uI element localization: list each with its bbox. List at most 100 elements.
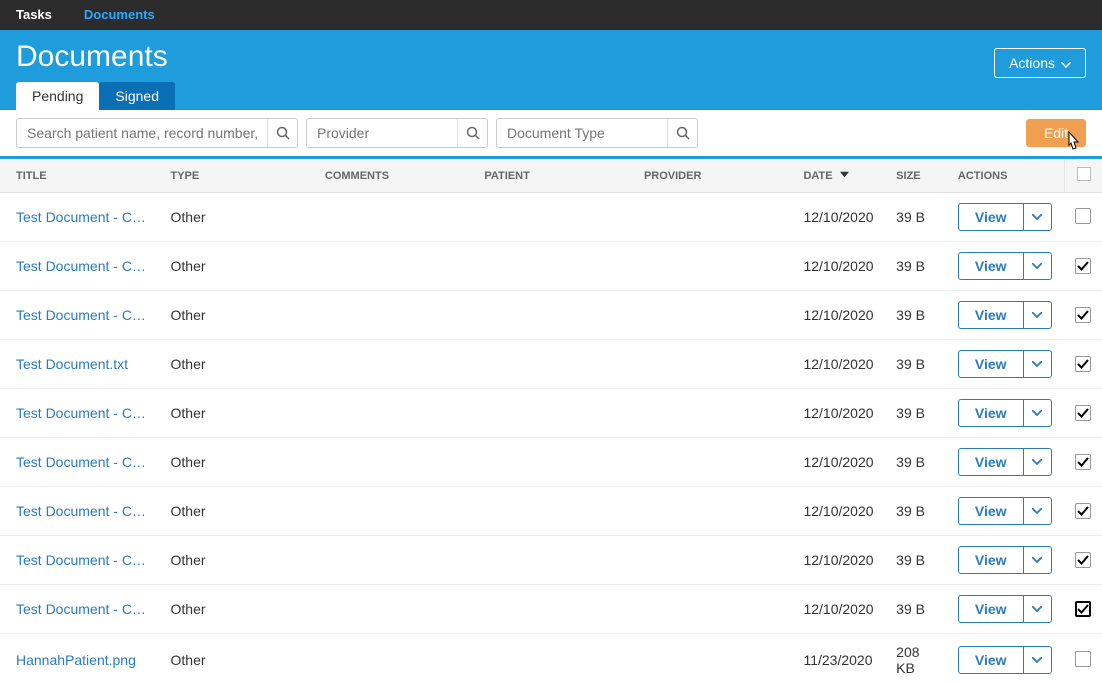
cell-type: Other [161,193,315,242]
view-button[interactable]: View [959,253,1023,279]
view-button[interactable]: View [959,596,1023,622]
view-split-button: View [958,646,1052,674]
cell-patient [474,242,634,291]
document-title-link[interactable]: Test Document - C… [16,405,146,421]
cell-date: 12/10/2020 [793,193,886,242]
view-dropdown-toggle[interactable] [1023,400,1051,426]
row-checkbox[interactable] [1075,454,1091,470]
cell-provider [634,389,794,438]
th-type[interactable]: TYPE [161,159,315,193]
view-dropdown-toggle[interactable] [1023,302,1051,328]
view-button[interactable]: View [959,302,1023,328]
cell-patient [474,438,634,487]
page-title: Documents [16,40,1086,74]
cell-patient [474,389,634,438]
edit-button[interactable]: Edit [1026,119,1086,147]
document-title-link[interactable]: HannahPatient.png [16,652,136,668]
view-dropdown-toggle[interactable] [1023,449,1051,475]
cell-type: Other [161,242,315,291]
document-title-link[interactable]: Test Document - C… [16,258,146,274]
provider-input[interactable] [307,119,457,147]
cell-size: 39 B [886,291,948,340]
document-title-link[interactable]: Test Document - C… [16,552,146,568]
cell-comments [315,585,475,634]
row-checkbox[interactable] [1075,651,1091,667]
documents-table: TITLE TYPE COMMENTS PATIENT PROVIDER DAT… [0,159,1102,685]
table-scroll[interactable]: TITLE TYPE COMMENTS PATIENT PROVIDER DAT… [0,159,1102,685]
view-button[interactable]: View [959,400,1023,426]
cell-patient [474,585,634,634]
row-checkbox[interactable] [1075,208,1091,224]
view-split-button: View [958,252,1052,280]
document-title-link[interactable]: Test Document - C… [16,503,146,519]
view-dropdown-toggle[interactable] [1023,498,1051,524]
cell-comments [315,242,475,291]
view-dropdown-toggle[interactable] [1023,647,1051,673]
view-button[interactable]: View [959,351,1023,377]
th-provider[interactable]: PROVIDER [634,159,794,193]
row-checkbox[interactable] [1075,503,1091,519]
document-title-link[interactable]: Test Document - C… [16,209,146,225]
document-title-link[interactable]: Test Document - C… [16,454,146,470]
search-icon[interactable] [667,119,697,147]
tab-tasks[interactable]: Tasks [0,0,68,30]
th-size[interactable]: SIZE [886,159,948,193]
th-title[interactable]: TITLE [0,159,161,193]
row-checkbox[interactable] [1075,307,1091,323]
cell-type: Other [161,340,315,389]
cell-comments [315,193,475,242]
view-dropdown-toggle[interactable] [1023,351,1051,377]
row-checkbox[interactable] [1075,552,1091,568]
table-row: Test Document - C…Other12/10/202039 BVie… [0,487,1102,536]
document-title-link[interactable]: Test Document - C… [16,601,146,617]
cell-date: 12/10/2020 [793,536,886,585]
view-button[interactable]: View [959,547,1023,573]
cell-patient [474,634,634,685]
table-row: Test Document - C…Other12/10/202039 BVie… [0,193,1102,242]
search-icon[interactable] [267,119,297,147]
view-dropdown-toggle[interactable] [1023,596,1051,622]
cell-date: 12/10/2020 [793,291,886,340]
th-select-all[interactable] [1065,159,1102,193]
subtab-pending[interactable]: Pending [16,82,99,110]
view-button[interactable]: View [959,498,1023,524]
view-button[interactable]: View [959,449,1023,475]
cell-size: 39 B [886,536,948,585]
view-split-button: View [958,546,1052,574]
cell-patient [474,291,634,340]
cell-provider [634,291,794,340]
view-split-button: View [958,497,1052,525]
view-dropdown-toggle[interactable] [1023,253,1051,279]
row-checkbox[interactable] [1075,356,1091,372]
subtab-signed[interactable]: Signed [99,82,175,110]
table-header-row: TITLE TYPE COMMENTS PATIENT PROVIDER DAT… [0,159,1102,193]
th-date[interactable]: DATE [793,159,886,193]
cell-type: Other [161,634,315,685]
search-icon[interactable] [457,119,487,147]
actions-dropdown[interactable]: Actions [994,48,1086,78]
cell-provider [634,242,794,291]
select-all-checkbox[interactable] [1077,167,1091,181]
cell-size: 39 B [886,242,948,291]
th-patient[interactable]: PATIENT [474,159,634,193]
cell-provider [634,193,794,242]
view-dropdown-toggle[interactable] [1023,547,1051,573]
view-split-button: View [958,350,1052,378]
th-date-label: DATE [803,170,832,182]
row-checkbox[interactable] [1075,258,1091,274]
document-title-link[interactable]: Test Document.txt [16,356,128,372]
cell-provider [634,438,794,487]
th-comments[interactable]: COMMENTS [315,159,475,193]
doctype-input[interactable] [497,119,667,147]
row-checkbox[interactable] [1075,601,1091,617]
document-title-link[interactable]: Test Document - C… [16,307,146,323]
cell-size: 39 B [886,389,948,438]
view-button[interactable]: View [959,204,1023,230]
row-checkbox[interactable] [1075,405,1091,421]
search-input[interactable] [17,119,267,147]
table-row: Test Document - C…Other12/10/202039 BVie… [0,389,1102,438]
view-dropdown-toggle[interactable] [1023,204,1051,230]
view-button[interactable]: View [959,647,1023,673]
cell-comments [315,536,475,585]
tab-documents[interactable]: Documents [68,0,171,30]
